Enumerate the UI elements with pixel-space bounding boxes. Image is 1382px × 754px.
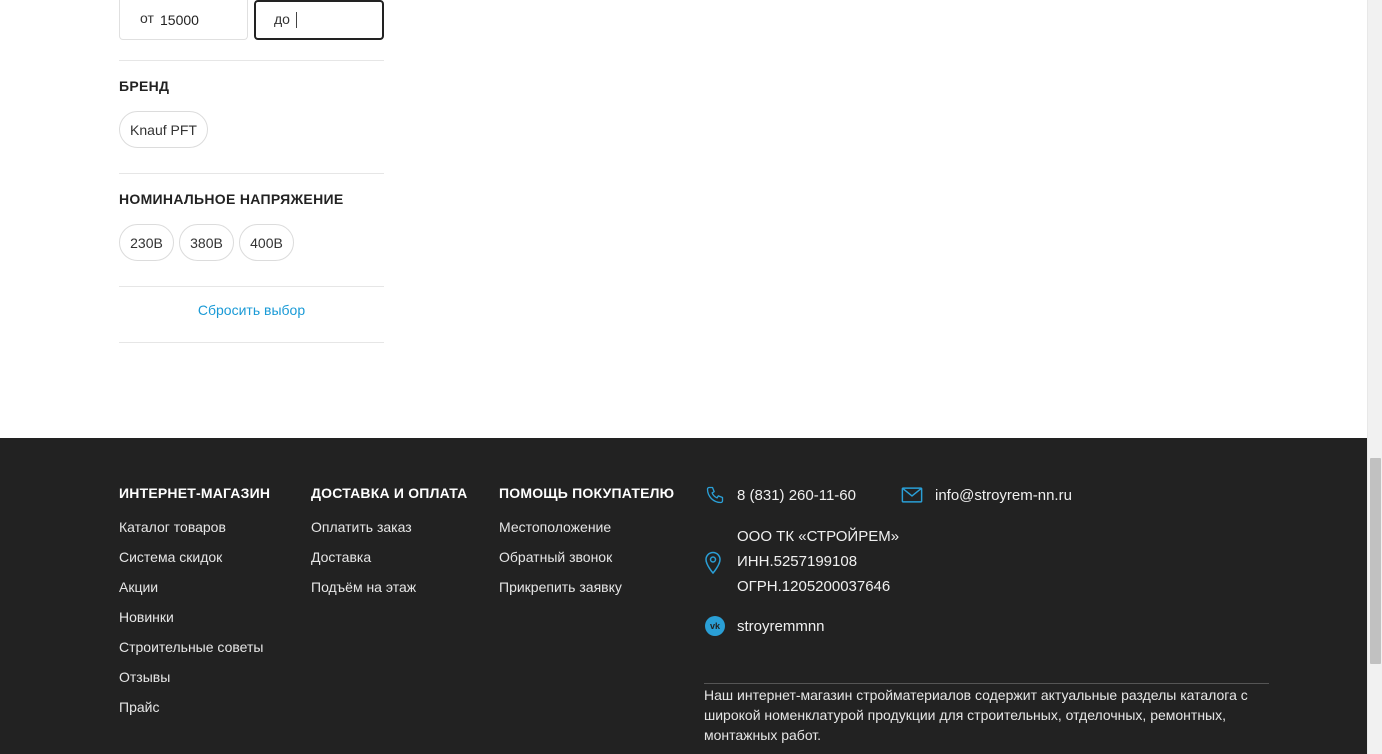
footer-vk-link[interactable]: vk stroyremmnn xyxy=(704,615,825,637)
footer-column-title: ПОМОЩЬ ПОКУПАТЕЛЮ xyxy=(499,485,675,501)
company-ogrn: ОГРН.1205200037646 xyxy=(737,578,891,595)
footer-description: Наш интернет-магазин стройматериалов сод… xyxy=(704,687,1248,743)
brand-chip-knauf-pft[interactable]: Knauf PFT xyxy=(119,111,208,148)
footer-divider xyxy=(704,683,1269,684)
footer-column-shop: ИНТЕРНЕТ-МАГАЗИН Каталог товаров Система… xyxy=(119,484,270,722)
footer-link-attach-request[interactable]: Прикрепить заявку xyxy=(499,572,674,602)
footer-link-building-tips[interactable]: Строительные советы xyxy=(119,632,270,662)
price-from-label: от xyxy=(140,10,154,26)
page: от 15000 до БРЕНД Knauf PFT НОМИНАЛЬНОЕ … xyxy=(0,0,1367,754)
voltage-chip-400[interactable]: 400В xyxy=(239,224,294,261)
site-footer: ИНТЕРНЕТ-МАГАЗИН Каталог товаров Система… xyxy=(0,438,1367,754)
scrollbar-thumb[interactable] xyxy=(1370,458,1381,664)
price-to-field[interactable]: до xyxy=(254,0,384,40)
footer-column-title: ИНТЕРНЕТ-МАГАЗИН xyxy=(119,485,271,501)
footer-link-floor-lifting[interactable]: Подъём на этаж xyxy=(311,572,467,602)
phone-icon xyxy=(704,484,726,506)
page-scrollbar[interactable] xyxy=(1367,0,1382,754)
footer-link-reviews[interactable]: Отзывы xyxy=(119,662,270,692)
reset-filters-link[interactable]: Сбросить выбор xyxy=(119,302,384,318)
divider xyxy=(119,60,384,61)
envelope-icon xyxy=(901,484,923,506)
price-range: от 15000 до xyxy=(119,0,384,40)
brand-filter-title: БРЕНД xyxy=(119,78,170,94)
location-pin-icon xyxy=(704,550,722,579)
footer-column-title: ДОСТАВКА И ОПЛАТА xyxy=(311,485,468,501)
footer-link-location[interactable]: Местоположение xyxy=(499,512,674,542)
footer-link-callback[interactable]: Обратный звонок xyxy=(499,542,674,572)
company-name: ООО ТК «СТРОЙРЕМ» xyxy=(737,528,900,545)
footer-phone[interactable]: 8 (831) 260-11-60 xyxy=(704,484,856,506)
footer-link-new-items[interactable]: Новинки xyxy=(119,602,270,632)
company-details: ООО ТК «СТРОЙРЕМ» ИНН.5257199108 ОГРН.12… xyxy=(737,524,899,599)
vk-handle: stroyremmnn xyxy=(737,617,825,635)
text-caret xyxy=(296,12,297,28)
footer-link-delivery[interactable]: Доставка xyxy=(311,542,467,572)
price-to-label: до xyxy=(274,11,290,27)
voltage-chip-230[interactable]: 230В xyxy=(119,224,174,261)
footer-link-pay-order[interactable]: Оплатить заказ xyxy=(311,512,467,542)
vk-icon: vk xyxy=(704,615,726,637)
price-from-value: 15000 xyxy=(160,12,199,28)
footer-link-price-list[interactable]: Прайс xyxy=(119,692,270,722)
footer-column-delivery: ДОСТАВКА И ОПЛАТА Оплатить заказ Доставк… xyxy=(311,484,467,602)
voltage-filter-title: НОМИНАЛЬНОЕ НАПРЯЖЕНИЕ xyxy=(119,191,344,207)
phone-number: 8 (831) 260-11-60 xyxy=(737,486,856,504)
footer-link-discounts[interactable]: Система скидок xyxy=(119,542,270,572)
email-address: info@stroyrem-nn.ru xyxy=(935,486,1072,504)
company-inn: ИНН.5257199108 xyxy=(737,553,858,570)
divider xyxy=(119,342,384,343)
voltage-chip-380[interactable]: 380В xyxy=(179,224,234,261)
footer-link-catalog[interactable]: Каталог товаров xyxy=(119,512,270,542)
price-from-field[interactable]: от 15000 xyxy=(119,0,248,40)
footer-link-promotions[interactable]: Акции xyxy=(119,572,270,602)
footer-column-help: ПОМОЩЬ ПОКУПАТЕЛЮ Местоположение Обратны… xyxy=(499,484,674,602)
footer-email[interactable]: info@stroyrem-nn.ru xyxy=(901,484,1072,506)
divider xyxy=(119,286,384,287)
divider xyxy=(119,173,384,174)
